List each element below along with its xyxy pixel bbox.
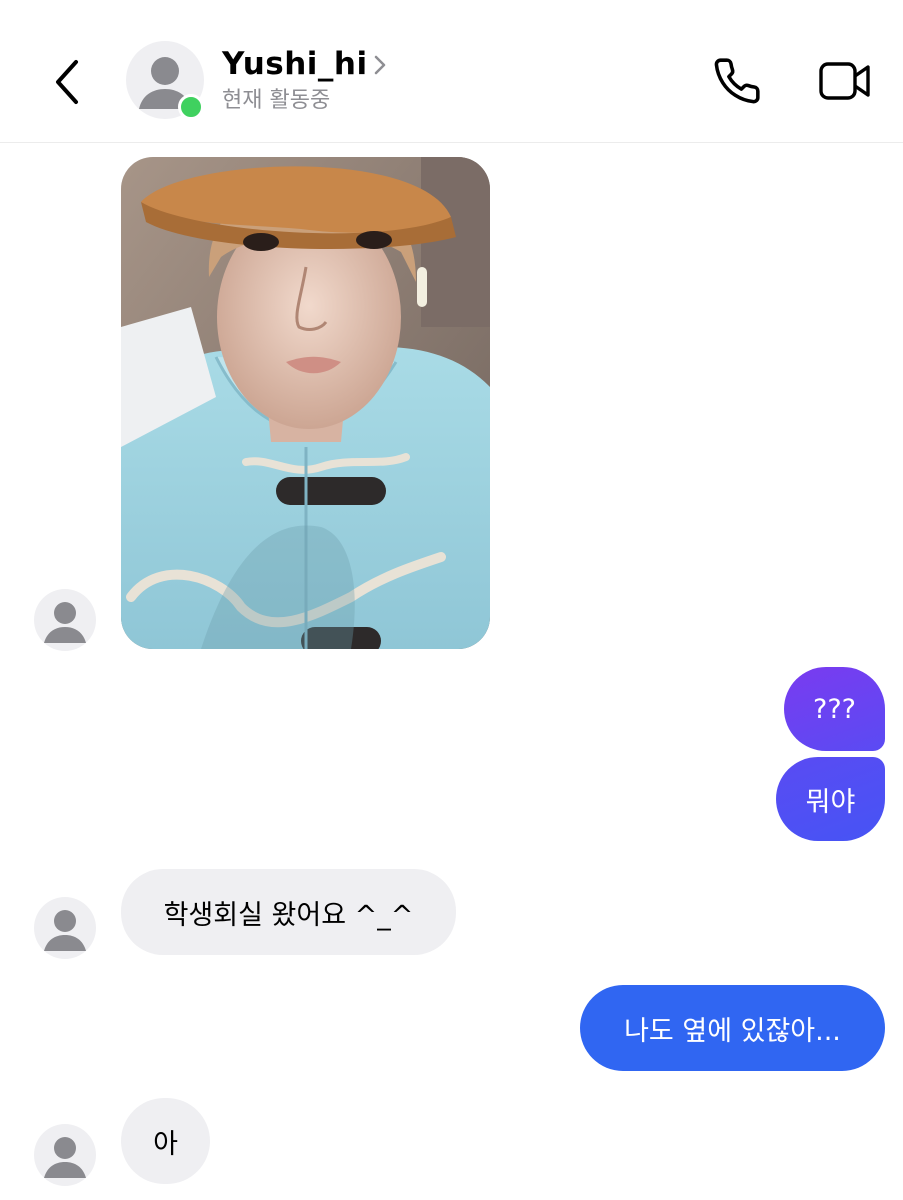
outgoing-message[interactable]: ???: [784, 667, 885, 751]
message-text: 나도 옆에 있잖아...: [624, 1015, 841, 1047]
message-text: 뭐야: [805, 786, 856, 818]
default-avatar-icon: [34, 897, 96, 959]
sender-avatar[interactable]: [34, 1124, 96, 1186]
active-status-text: 현재 활동중: [222, 88, 331, 113]
default-avatar-icon: [34, 1124, 96, 1186]
photo-message[interactable]: [121, 157, 490, 649]
chevron-left-icon: [56, 60, 78, 104]
message-text: ???: [813, 693, 856, 725]
contact-title[interactable]: Yushi_hi 현재 활동중: [222, 44, 386, 114]
outgoing-message[interactable]: 뭐야: [776, 757, 885, 841]
phone-icon: [714, 58, 760, 104]
message-text: 아: [153, 1128, 178, 1160]
chevron-right-icon: [374, 55, 386, 75]
selfie-photo: [121, 157, 490, 649]
sender-avatar[interactable]: [34, 897, 96, 959]
incoming-message[interactable]: 학생회실 왔어요 ^_^: [121, 869, 456, 955]
message-text: 학생회실 왔어요 ^_^: [163, 899, 414, 931]
back-button[interactable]: [48, 52, 88, 112]
sender-avatar[interactable]: [34, 589, 96, 651]
video-camera-icon: [819, 62, 870, 100]
online-status-dot: [178, 94, 204, 120]
video-call-button[interactable]: [818, 58, 872, 104]
voice-call-button[interactable]: [712, 56, 762, 106]
default-avatar-icon: [34, 589, 96, 651]
chat-header: Yushi_hi 현재 활동중: [0, 0, 903, 143]
incoming-message[interactable]: 아: [121, 1098, 210, 1184]
contact-name: Yushi_hi: [222, 46, 368, 82]
outgoing-message[interactable]: 나도 옆에 있잖아...: [580, 985, 885, 1071]
